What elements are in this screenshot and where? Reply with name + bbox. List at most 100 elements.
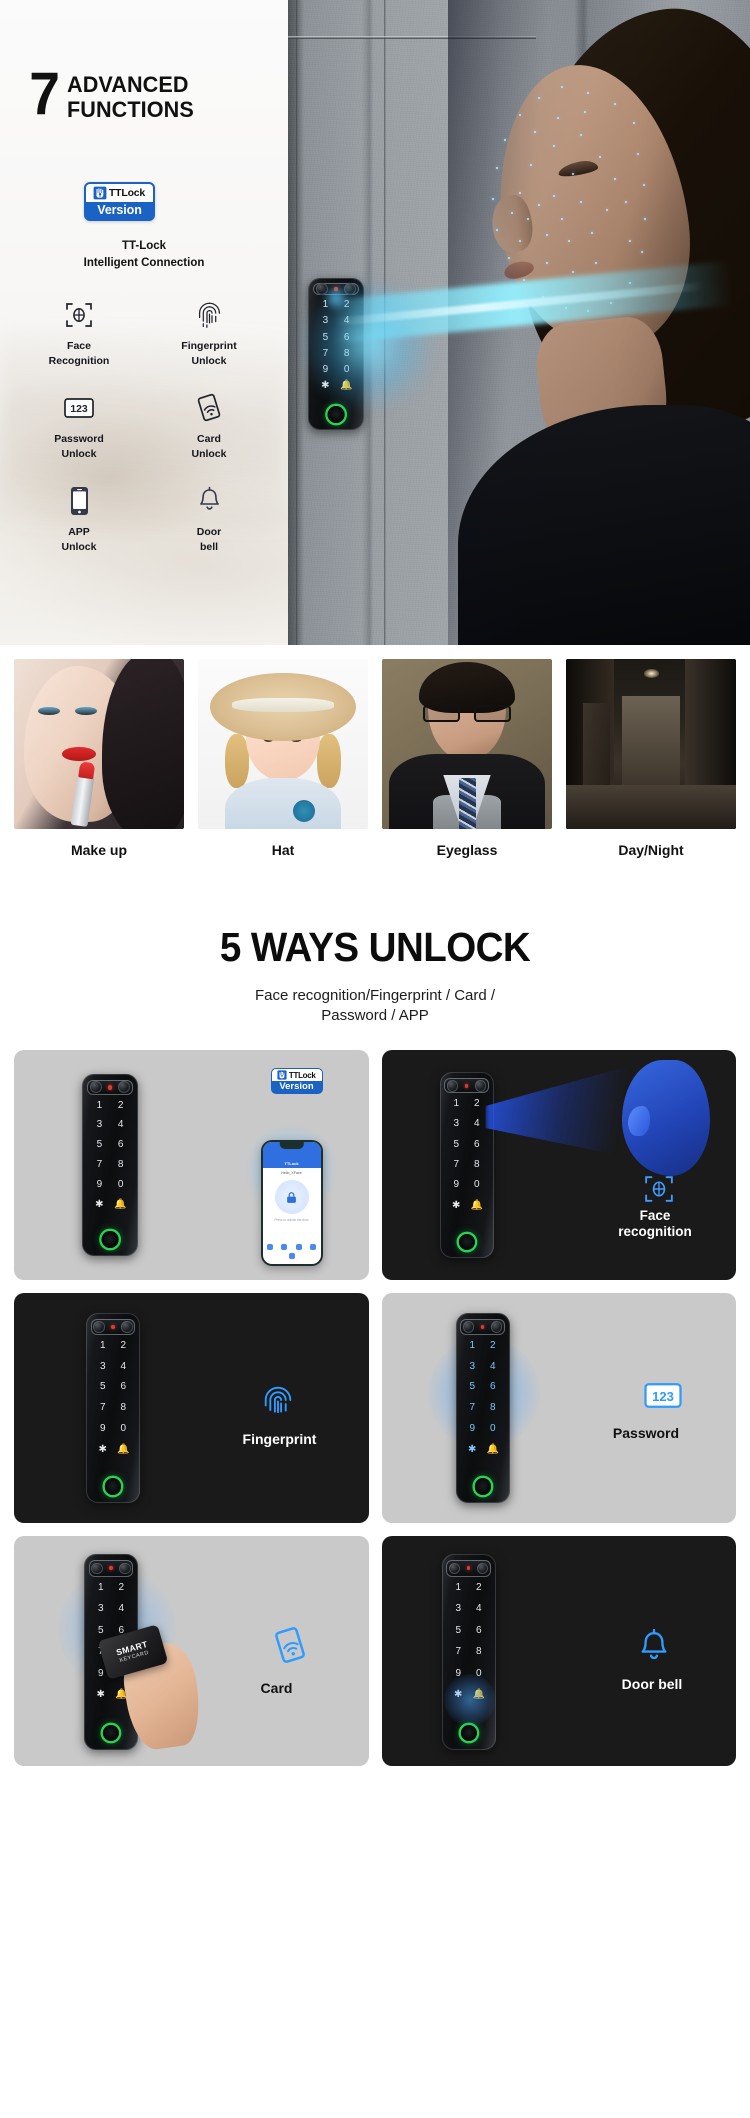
feature-label-line1: Card: [197, 432, 221, 445]
lock-camera-bar: [88, 1560, 134, 1577]
camera-ir-led: [109, 1566, 113, 1571]
eyeglasses: [422, 704, 512, 722]
ttlock-hand-icon: [93, 186, 107, 200]
lock-device: 1 2 3 4 5 6 7 8 9 0 ✱ 🔔: [455, 1313, 510, 1504]
key-8: 8: [117, 1159, 124, 1171]
camera-lens-right: [476, 1562, 489, 1575]
key-9: 9: [469, 1422, 476, 1434]
camera-ir-led: [464, 1083, 469, 1088]
key-6: 6: [117, 1139, 124, 1151]
lens-left: [422, 704, 460, 722]
key-0: 0: [117, 1178, 124, 1190]
hero-headline: 7 ADVANCED FUNCTIONS: [28, 64, 200, 124]
camera-ir-led: [111, 1325, 115, 1330]
tab-icon-4[interactable]: [310, 1244, 317, 1251]
photo-caption: Make up: [70, 842, 127, 858]
headline-line-1: ADVANCED: [67, 72, 189, 97]
ttlock-brand-label: TTLock: [288, 1070, 316, 1080]
key-2: 2: [473, 1098, 480, 1110]
lock-device: 1 2 3 4 5 6 7 8 9 0 ✱ 🔔: [86, 1313, 140, 1504]
phone-mockup[interactable]: TTLock Hello_XFace Press to unlock the d…: [260, 1140, 323, 1267]
tab-icon-5[interactable]: [288, 1253, 295, 1260]
camera-lens-right: [118, 1081, 131, 1094]
striped-tie: [458, 778, 476, 829]
card-label-line-1: Door bell: [621, 1676, 683, 1693]
fingerprint-icon: [144, 300, 274, 330]
key-3: 3: [99, 1360, 106, 1372]
app-device-name: Hello_XFace: [281, 1171, 302, 1176]
key-1: 1: [469, 1339, 476, 1351]
feature-label-line2: Unlock: [61, 540, 97, 553]
hero-left-panel: 7 ADVANCED FUNCTIONS TTLock Version TT-L…: [0, 0, 288, 645]
key-7: 7: [96, 1159, 103, 1171]
key-3: 3: [96, 1119, 103, 1131]
key-bell-icon: 🔔: [114, 1198, 127, 1210]
tab-icon-2[interactable]: [281, 1244, 288, 1251]
app-unlock-button[interactable]: [274, 1180, 309, 1215]
smartphone-icon: [14, 486, 144, 516]
key-bell-icon: 🔔: [486, 1443, 499, 1455]
key-5: 5: [453, 1138, 460, 1150]
card-face-recognition[interactable]: 1 2 3 4 5 6 7 8 9 0 ✱ 🔔 Face recognition: [381, 1050, 736, 1281]
ttlock-caption: TT-Lock Intelligent Connection: [0, 238, 288, 271]
key-5: 5: [96, 1139, 103, 1151]
key-1: 1: [99, 1339, 106, 1351]
app-tab-bar-2[interactable]: [263, 1253, 321, 1260]
nfc-card-icon: [273, 1626, 307, 1669]
key-1: 1: [455, 1581, 462, 1593]
card-fingerprint[interactable]: 1 2 3 4 5 6 7 8 9 0 ✱ 🔔 Fingerprint: [14, 1293, 369, 1524]
tab-icon-3[interactable]: [295, 1244, 302, 1251]
feature-label-line2: bell: [199, 540, 219, 553]
key-0: 0: [475, 1667, 482, 1679]
card-label: Door bell: [596, 1676, 708, 1692]
hero-photo: 1 2 3 4 5 6 7 8 9 0 ✱ 🔔: [288, 0, 750, 645]
key-5: 5: [455, 1624, 462, 1636]
makeup-photo: [14, 659, 184, 829]
feature-list: Face Recognition Fingerprint Unlock 123 …: [14, 300, 274, 554]
ttlock-hand-icon: [277, 1070, 288, 1080]
svg-text:123: 123: [70, 404, 88, 415]
subtitle-line-1: Face recognition/Fingerprint / Card /: [254, 987, 496, 1004]
feature-face-recognition: Face Recognition: [14, 300, 144, 369]
camera-lens-left: [462, 1321, 475, 1333]
tab-icon-1[interactable]: [266, 1244, 273, 1251]
photo-caption: Hat: [271, 842, 295, 858]
lock-icon: [287, 1191, 296, 1203]
feature-label-line2: Unlock: [191, 354, 227, 367]
lock-keypad: 1 2 3 4 5 6 7 8 9 0 ✱ 🔔: [448, 1581, 489, 1701]
hair-right: [317, 733, 341, 789]
key-star: ✱: [468, 1443, 477, 1455]
lock-camera-bar: [87, 1080, 133, 1095]
photo-caption: Eyeglass: [436, 842, 498, 858]
key-9: 9: [99, 1422, 106, 1434]
phone-notch: [279, 1142, 304, 1150]
corridor-end: [622, 696, 680, 785]
card-doorbell[interactable]: 1 2 3 4 5 6 7 8 9 0 ✱ 🔔 Door bell: [381, 1536, 736, 1767]
daynight-photo: [566, 659, 736, 829]
card-nfc[interactable]: 1 2 3 4 5 6 7 8 9 0 ✱ 🔔 SMART KEYCARD: [14, 1536, 369, 1767]
face-scan-icon: [14, 300, 144, 330]
feature-card-unlock: Card Unlock: [144, 393, 274, 462]
camera-lens-right: [490, 1321, 503, 1333]
key-bell-icon: 🔔: [470, 1199, 483, 1211]
corridor-door: [583, 703, 611, 795]
key-8: 8: [120, 1402, 127, 1414]
makeup-eye-left: [37, 706, 60, 716]
key-3: 3: [455, 1603, 462, 1615]
camera-ir-led: [466, 1566, 471, 1571]
card-ttlock-app[interactable]: 1 2 3 4 5 6 7 8 9 0 ✱ 🔔 TTLock Version T…: [14, 1050, 369, 1281]
doorbell-icon: [144, 486, 274, 516]
keypad-123-icon: 123: [644, 1383, 682, 1413]
key-4: 4: [473, 1118, 480, 1130]
corridor-floor: [566, 784, 736, 829]
key-6: 6: [475, 1624, 482, 1636]
app-tab-bar[interactable]: [263, 1244, 321, 1251]
card-password[interactable]: 1 2 3 4 5 6 7 8 9 0 ✱ 🔔 123 Password: [381, 1293, 736, 1524]
card-label: Password: [580, 1425, 712, 1441]
key-4: 4: [475, 1603, 482, 1615]
key-9: 9: [453, 1179, 460, 1191]
app-hint-text: Press to unlock the door: [274, 1218, 309, 1223]
doorbell-icon: [636, 1628, 672, 1671]
key-8: 8: [473, 1159, 480, 1171]
key-star: ✱: [452, 1199, 461, 1211]
